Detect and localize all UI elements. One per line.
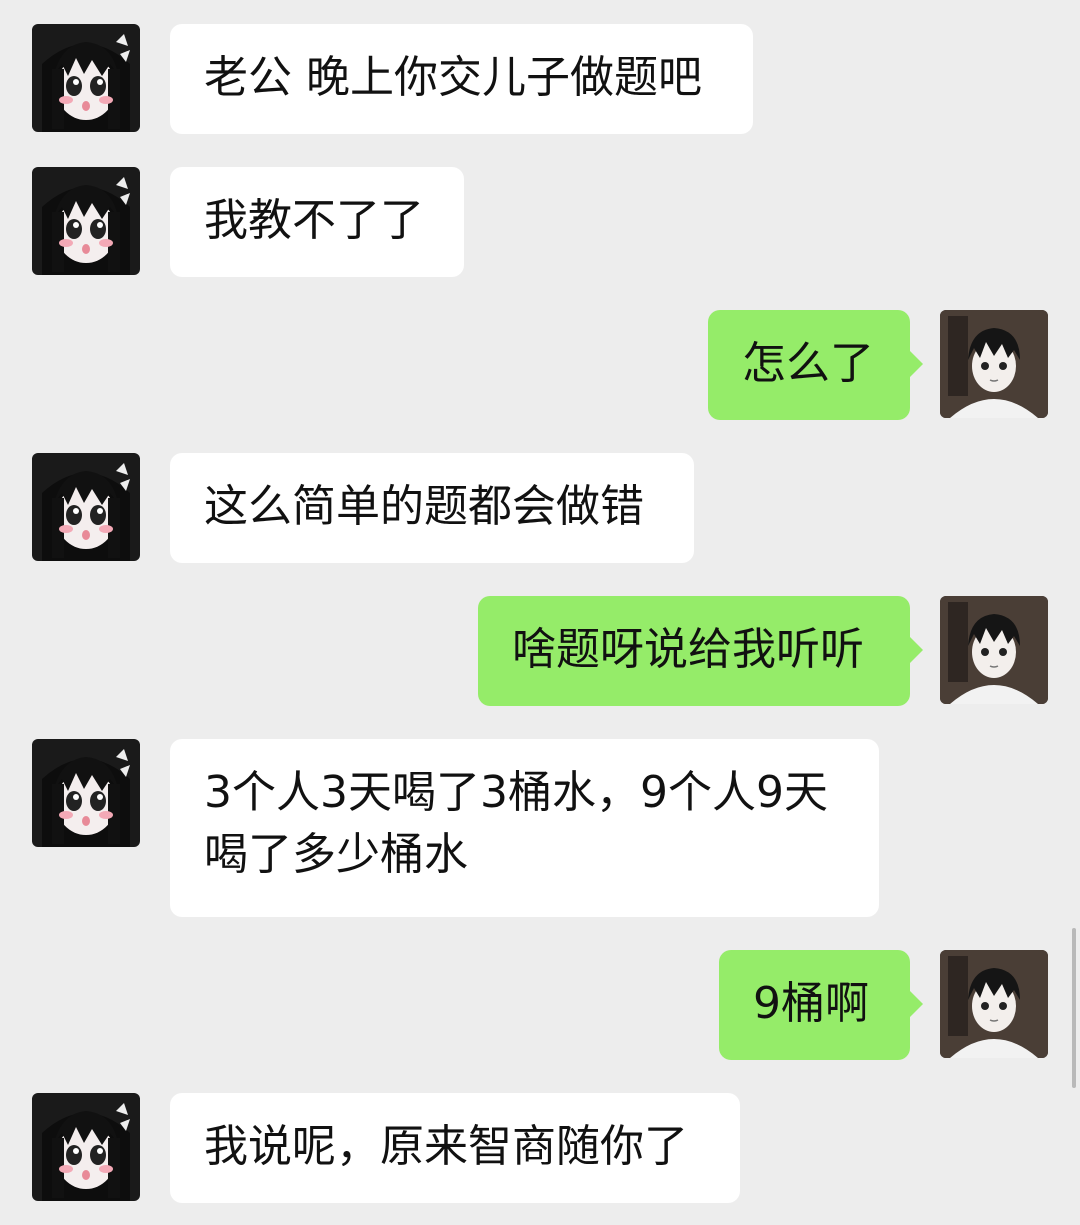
anime-boy-avatar-icon[interactable] [940,950,1048,1058]
incoming-message-bubble[interactable]: 我说呢，原来智商随你了 [170,1093,740,1203]
message-text: 我教不了了 [204,195,424,246]
scrollbar[interactable] [1072,928,1076,1088]
anime-girl-avatar-icon[interactable] [32,739,140,847]
outgoing-message-bubble[interactable]: 9桶啊 [719,950,923,1060]
incoming-message-bubble[interactable]: 这么简单的题都会做错 [170,453,694,563]
message-text: 这么简单的题都会做错 [204,481,644,532]
message-text: 我说呢，原来智商随你了 [204,1121,688,1172]
anime-girl-avatar-icon[interactable] [32,24,140,132]
anime-boy-avatar-icon[interactable] [940,596,1048,704]
outgoing-message-bubble[interactable]: 怎么了 [708,310,923,420]
message-text: 怎么了 [742,338,874,389]
anime-girl-avatar-icon[interactable] [32,167,140,275]
message-text: 老公 晚上你交儿子做题吧 [204,52,702,103]
incoming-message-bubble[interactable]: 我教不了了 [170,167,464,277]
incoming-message-bubble[interactable]: 老公 晚上你交儿子做题吧 [170,24,753,134]
anime-girl-avatar-icon[interactable] [32,1093,140,1201]
incoming-message-bubble[interactable]: 3个人3天喝了3桶水，9个人9天喝了多少桶水 [170,739,879,917]
message-text: 3个人3天喝了3桶水，9个人9天喝了多少桶水 [204,767,828,880]
outgoing-message-bubble[interactable]: 啥题呀说给我听听 [478,596,923,706]
chat-window: 老公 晚上你交儿子做题吧 我教不了了 怎么了 这么简单的题都会做错 啥题呀说给我… [0,0,1080,1225]
anime-girl-avatar-icon[interactable] [32,453,140,561]
message-text: 啥题呀说给我听听 [512,624,864,675]
anime-boy-avatar-icon[interactable] [940,310,1048,418]
message-text: 9桶啊 [753,978,869,1029]
